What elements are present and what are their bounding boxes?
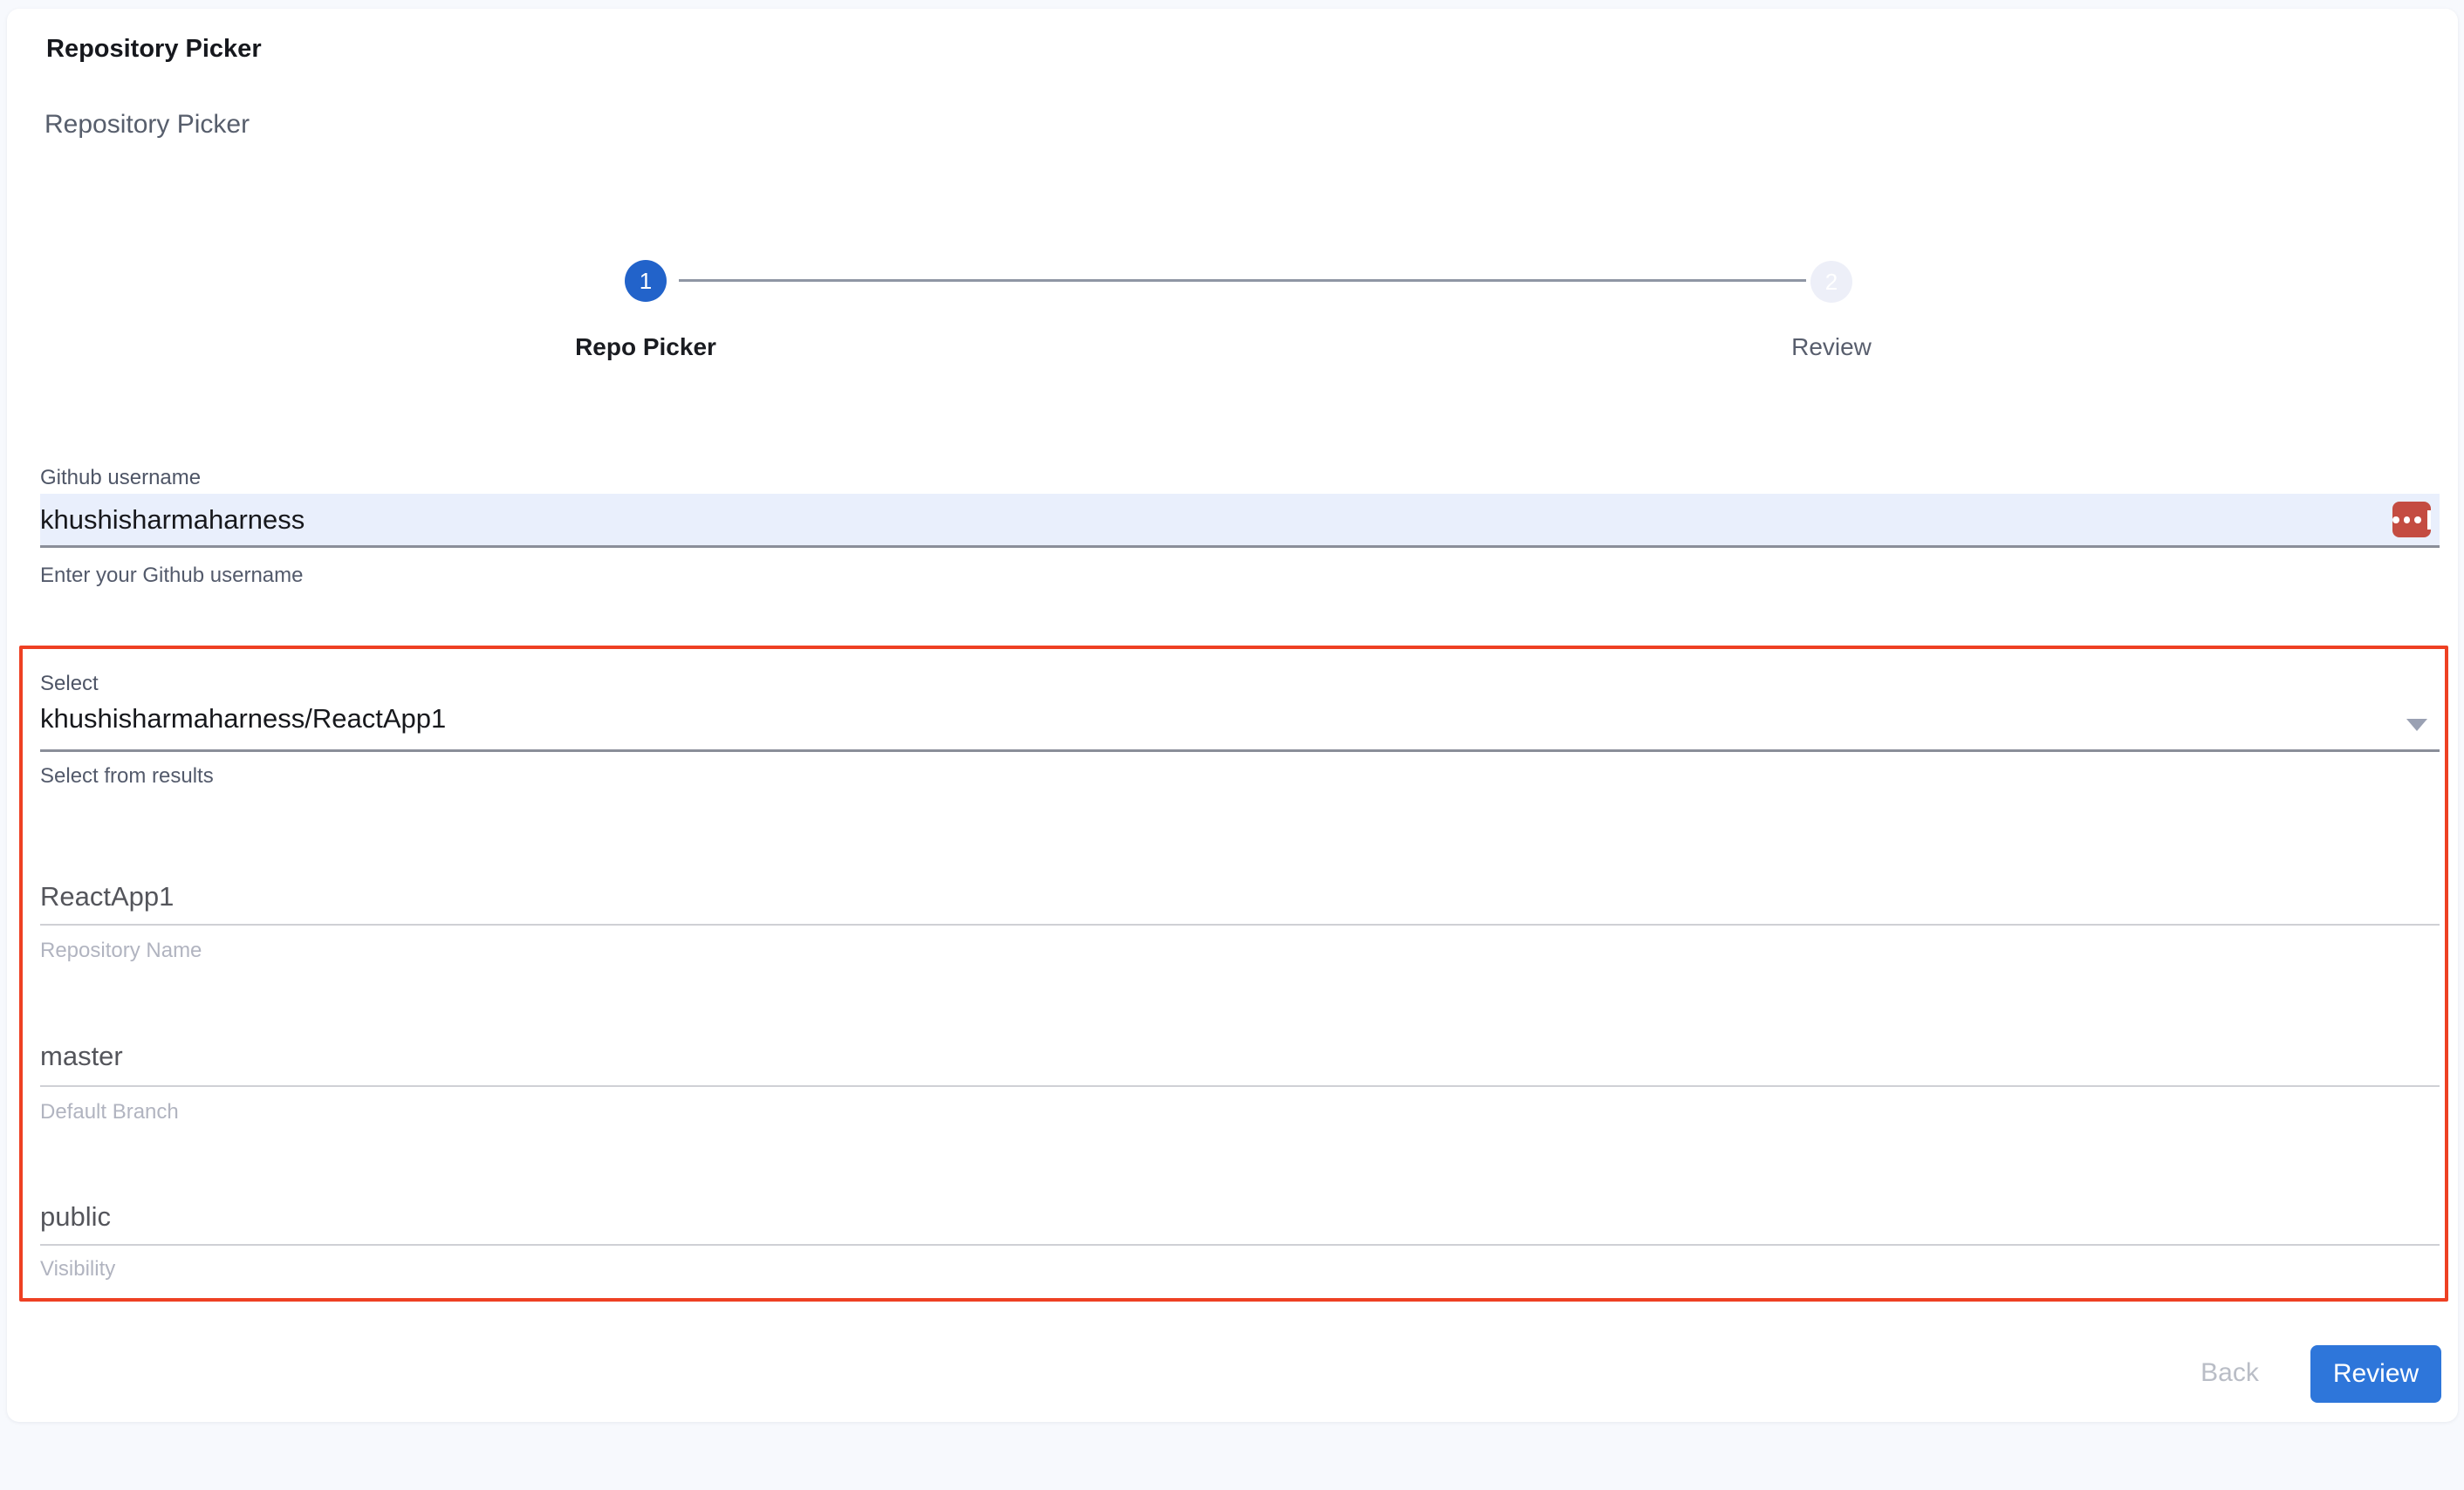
default-branch-value[interactable]: master [40, 1041, 123, 1072]
github-username-field[interactable] [40, 494, 2440, 548]
lastpass-dot [2404, 516, 2411, 523]
repo-select-underline [40, 749, 2440, 752]
visibility-value[interactable]: public [40, 1201, 111, 1233]
github-username-input[interactable] [40, 494, 2352, 545]
lastpass-bar [2427, 510, 2431, 530]
lastpass-autofill-icon[interactable] [2392, 502, 2431, 537]
repository-name-value[interactable]: ReactApp1 [40, 881, 174, 912]
chevron-down-icon[interactable] [2406, 719, 2427, 731]
repository-name-helper: Repository Name [40, 939, 202, 963]
github-username-helper: Enter your Github username [40, 564, 304, 588]
step-2-circle[interactable]: 2 [1810, 261, 1852, 303]
repo-select-helper: Select from results [40, 764, 214, 789]
step-connector-line [679, 279, 1806, 282]
repository-picker-card: Repository Picker Repository Picker 1 2 … [7, 9, 2458, 1422]
visibility-helper: Visibility [40, 1257, 115, 1282]
github-username-label: Github username [40, 466, 201, 490]
default-branch-helper: Default Branch [40, 1100, 179, 1124]
visibility-underline [40, 1244, 2440, 1246]
highlighted-repo-section [19, 646, 2448, 1302]
step-2-label[interactable]: Review [1674, 333, 1988, 361]
page-subtitle: Repository Picker [44, 110, 250, 140]
lastpass-dot [2414, 516, 2421, 523]
review-button[interactable]: Review [2310, 1345, 2441, 1403]
page-title: Repository Picker [46, 35, 262, 64]
repo-select-value[interactable]: khushisharmaharness/ReactApp1 [40, 703, 446, 735]
repo-select-label: Select [40, 672, 99, 696]
lastpass-dot [2392, 516, 2399, 523]
step-1-circle[interactable]: 1 [625, 260, 667, 302]
back-button[interactable]: Back [2153, 1352, 2306, 1394]
repository-name-underline [40, 924, 2440, 926]
default-branch-underline [40, 1085, 2440, 1087]
step-1-label[interactable]: Repo Picker [489, 333, 803, 361]
